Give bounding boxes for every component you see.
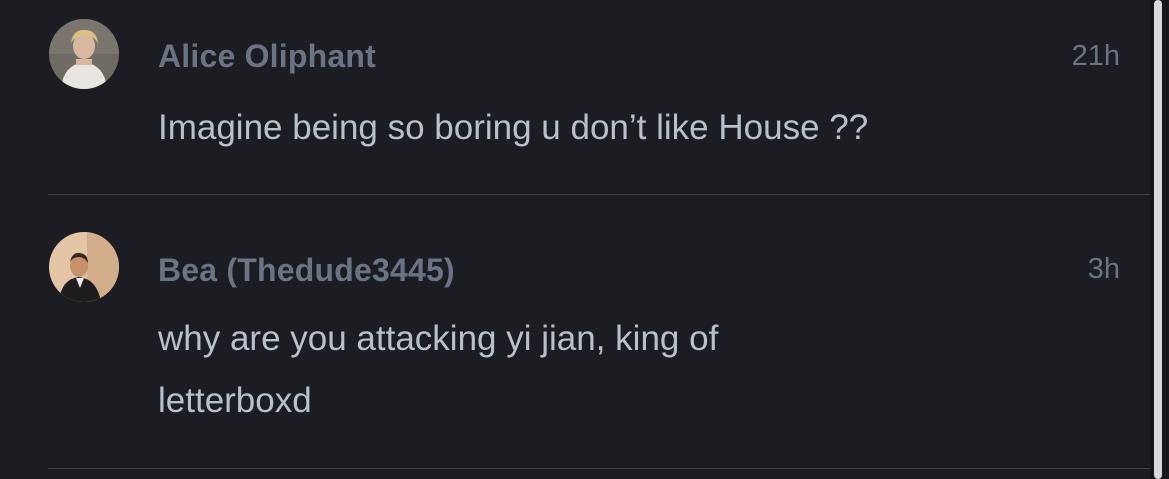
timestamp: 3h — [1087, 253, 1120, 285]
scrollbar[interactable] — [1150, 0, 1169, 479]
comment-item: Alice Oliphant 21h Imagine being so bori… — [48, 18, 1120, 195]
avatar-image — [49, 232, 119, 302]
scrollbar-thumb[interactable] — [1154, 0, 1162, 479]
comment-thread: Alice Oliphant 21h Imagine being so bori… — [0, 0, 1150, 479]
avatar[interactable] — [49, 232, 119, 302]
comment-text: why are you attacking yi jian, king of l… — [158, 319, 719, 420]
divider — [48, 194, 1150, 195]
author-name[interactable]: Bea (Thedude3445) — [158, 252, 455, 289]
avatar[interactable] — [49, 19, 119, 89]
divider — [48, 468, 1150, 469]
timestamp: 21h — [1071, 40, 1120, 72]
comment-item: Bea (Thedude3445) 3h why are you attacki… — [48, 196, 1120, 468]
author-name[interactable]: Alice Oliphant — [158, 38, 376, 75]
comment-text: Imagine being so boring u don’t like Hou… — [158, 108, 869, 147]
avatar-image — [49, 19, 119, 89]
